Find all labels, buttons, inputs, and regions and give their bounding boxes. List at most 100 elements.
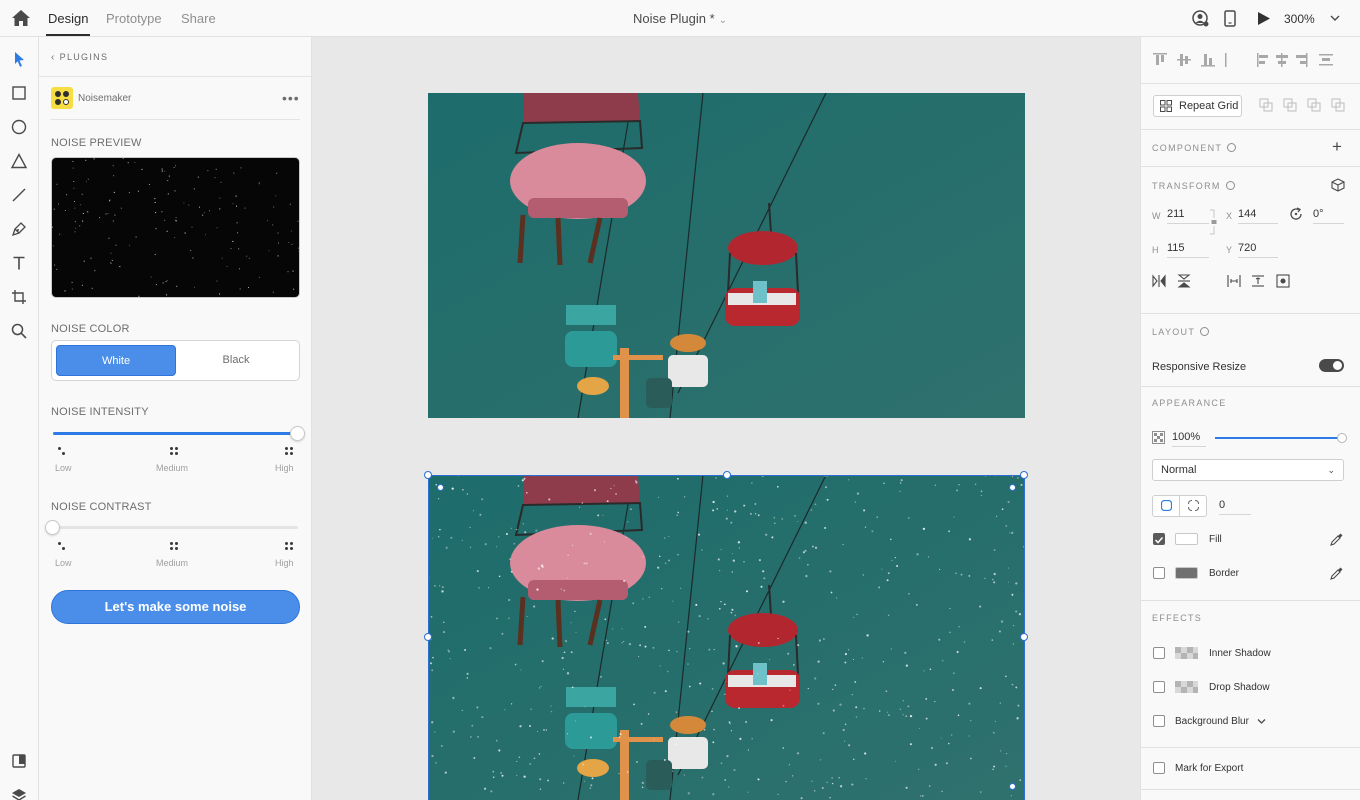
pen-icon[interactable]: [10, 220, 28, 238]
align-toolbar: [1153, 53, 1333, 67]
select-icon[interactable]: [10, 50, 28, 68]
border-checkbox[interactable]: [1153, 567, 1165, 579]
zoom-level[interactable]: 300%: [1284, 12, 1315, 26]
y-label: Y: [1226, 245, 1233, 255]
high-dots-icon: [285, 542, 297, 552]
info-icon: [1225, 181, 1235, 190]
height-label: H: [1152, 245, 1159, 255]
blend-mode-value: Normal: [1161, 464, 1197, 476]
ellipse-icon[interactable]: [10, 118, 28, 136]
canvas[interactable]: [313, 37, 1140, 800]
width-label: W: [1152, 211, 1161, 221]
noise-intensity-label: NOISE INTENSITY: [51, 406, 149, 418]
text-icon[interactable]: [10, 254, 28, 272]
inner-shadow-label: Inner Shadow: [1209, 648, 1271, 659]
width-field[interactable]: 211: [1167, 208, 1209, 224]
mark-for-export-checkbox[interactable]: [1153, 762, 1165, 774]
zoom-chevron-icon[interactable]: [1330, 14, 1340, 22]
medium-dots-icon: [169, 447, 181, 457]
background-blur-checkbox[interactable]: [1153, 715, 1165, 727]
height-field[interactable]: 115: [1167, 242, 1209, 258]
inner-shadow-checkbox[interactable]: [1153, 647, 1165, 659]
chevron-down-icon: ⌄: [718, 15, 728, 26]
document-title[interactable]: Noise Plugin * ⌄: [0, 11, 1360, 26]
noise-color-black-button[interactable]: Black: [176, 345, 296, 376]
chevron-down-icon: ⌄: [1327, 465, 1335, 475]
add-component-icon[interactable]: +: [1332, 137, 1342, 157]
triangle-icon[interactable]: [10, 152, 28, 170]
responsive-resize-label: Responsive Resize: [1152, 361, 1247, 373]
intensity-low-label: Low: [55, 463, 72, 473]
y-field[interactable]: 720: [1238, 242, 1278, 258]
line-icon[interactable]: [10, 186, 28, 204]
corner-radius-field[interactable]: 0: [1219, 499, 1251, 515]
noise-color-white-button[interactable]: White: [56, 345, 176, 376]
noise-intensity-fill: [53, 432, 298, 435]
plugin-panel: ‹ PLUGINS Noisemaker ••• NOISE PREVIEW NO…: [39, 37, 312, 800]
noise-contrast-slider[interactable]: [45, 520, 298, 535]
fill-checkbox[interactable]: [1153, 533, 1165, 545]
border-eyedropper-icon[interactable]: [1329, 566, 1344, 581]
artboard-icon[interactable]: [10, 288, 28, 306]
inner-shadow-preview-icon: [1175, 647, 1198, 659]
plugin-name: Noisemaker: [78, 93, 132, 104]
divider: [1141, 386, 1360, 387]
component-section-label: COMPONENT: [1152, 143, 1237, 153]
chevron-down-icon[interactable]: [1257, 718, 1266, 725]
opacity-slider[interactable]: [1215, 437, 1342, 439]
layout-section-label: LAYOUT: [1152, 327, 1210, 337]
lock-aspect-icon[interactable]: [1209, 209, 1218, 235]
image-with-noise[interactable]: [428, 475, 1025, 800]
border-color-swatch[interactable]: [1175, 567, 1198, 579]
divider: [1141, 313, 1360, 314]
play-icon[interactable]: [1257, 11, 1271, 26]
uniform-corners-button[interactable]: [1153, 496, 1180, 516]
repeat-grid-icon: [1160, 100, 1172, 112]
3d-transform-icon[interactable]: [1331, 178, 1345, 192]
top-bar: Design Prototype Share Noise Plugin * ⌄ 3…: [0, 0, 1360, 37]
assets-icon[interactable]: [10, 752, 28, 770]
zoom-icon[interactable]: [10, 322, 28, 340]
x-field[interactable]: 144: [1238, 208, 1278, 224]
user-profile-icon[interactable]: [1192, 10, 1209, 27]
image-original[interactable]: [428, 93, 1025, 418]
rotation-field[interactable]: 0°: [1313, 208, 1344, 224]
divider: [1141, 129, 1360, 130]
noise-color-label: NOISE COLOR: [51, 323, 130, 335]
divider: [1141, 166, 1360, 167]
back-to-plugins-link[interactable]: ‹ PLUGINS: [51, 52, 108, 63]
mark-for-export-label: Mark for Export: [1175, 763, 1244, 774]
repeat-grid-button[interactable]: Repeat Grid: [1153, 95, 1242, 117]
device-preview-icon[interactable]: [1224, 10, 1236, 27]
component-label-text: COMPONENT: [1152, 143, 1223, 153]
per-corner-button[interactable]: [1181, 496, 1207, 516]
noise-intensity-handle[interactable]: [290, 426, 305, 441]
back-label: PLUGINS: [59, 52, 109, 62]
chevron-left-icon: ‹: [51, 52, 56, 63]
repeat-grid-label: Repeat Grid: [1179, 100, 1239, 112]
intensity-high-label: High: [275, 463, 294, 473]
fill-color-swatch[interactable]: [1175, 533, 1198, 545]
sky-ride-photo-noisy: [428, 475, 1025, 800]
opacity-field[interactable]: 100%: [1172, 431, 1206, 447]
appearance-section-label: APPEARANCE: [1152, 398, 1227, 408]
drop-shadow-checkbox[interactable]: [1153, 681, 1165, 693]
fill-label: Fill: [1209, 534, 1222, 545]
blend-mode-select[interactable]: Normal ⌄: [1152, 459, 1344, 481]
rectangle-icon[interactable]: [10, 84, 28, 102]
document-title-text: Noise Plugin *: [632, 11, 715, 26]
opacity-slider-handle[interactable]: [1337, 433, 1347, 443]
corner-mode-toggle: [1152, 495, 1207, 517]
tool-rail: [0, 37, 39, 800]
more-options-icon[interactable]: •••: [282, 90, 300, 106]
noise-contrast-handle[interactable]: [45, 520, 60, 535]
check-icon: [1154, 536, 1164, 544]
noise-intensity-slider[interactable]: [53, 426, 305, 441]
info-icon: [1227, 143, 1237, 152]
responsive-resize-toggle[interactable]: [1319, 359, 1344, 372]
info-icon: [1200, 327, 1210, 336]
fill-eyedropper-icon[interactable]: [1329, 532, 1344, 547]
layers-icon[interactable]: [10, 786, 28, 800]
make-noise-button[interactable]: Let's make some noise: [51, 590, 300, 624]
background-blur-label[interactable]: Background Blur: [1175, 716, 1249, 727]
